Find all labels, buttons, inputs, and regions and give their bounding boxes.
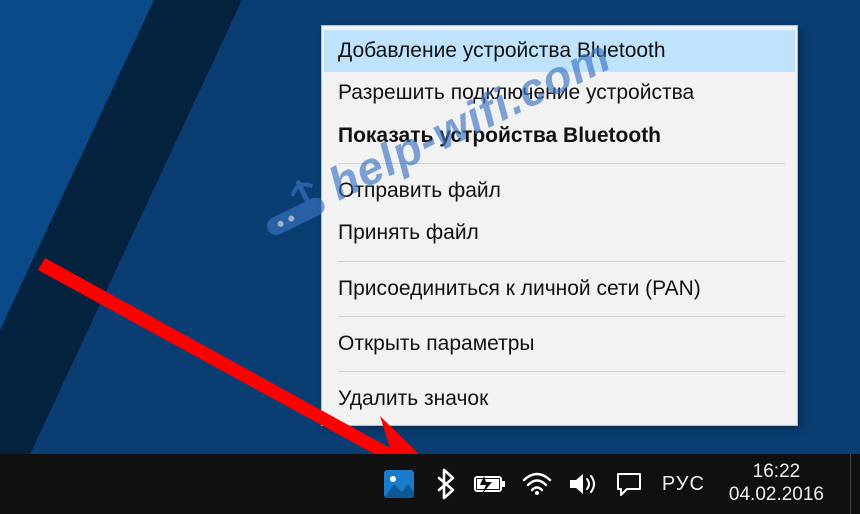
menu-item-remove-icon[interactable]: Удалить значок [324,378,795,420]
photos-tray-icon[interactable] [382,470,416,498]
battery-tray-icon[interactable] [474,474,508,494]
language-indicator[interactable]: РУС [658,473,709,496]
menu-separator [338,371,785,372]
wifi-tray-icon[interactable] [520,472,554,496]
show-desktop-button[interactable] [850,454,856,514]
system-tray: РУС 16:22 04.02.2016 [382,454,856,514]
clock-time: 16:22 [729,461,824,484]
menu-separator [338,261,785,262]
menu-separator [338,316,785,317]
menu-item-open-settings[interactable]: Открыть параметры [324,323,795,365]
menu-item-add-device[interactable]: Добавление устройства Bluetooth [324,30,795,72]
volume-tray-icon[interactable] [566,471,600,497]
bluetooth-context-menu: Добавление устройства Bluetooth Разрешит… [321,25,798,426]
menu-item-join-pan[interactable]: Присоединиться к личной сети (PAN) [324,268,795,310]
menu-item-show-devices[interactable]: Показать устройства Bluetooth [324,115,795,157]
menu-item-allow-connect[interactable]: Разрешить подключение устройства [324,72,795,114]
menu-item-send-file[interactable]: Отправить файл [324,170,795,212]
taskbar-clock[interactable]: 16:22 04.02.2016 [721,461,832,507]
taskbar: РУС 16:22 04.02.2016 [0,454,860,514]
menu-separator [338,163,785,164]
bluetooth-tray-icon[interactable] [428,468,462,500]
action-center-tray-icon[interactable] [612,471,646,497]
menu-item-receive-file[interactable]: Принять файл [324,212,795,254]
clock-date: 04.02.2016 [729,484,824,507]
